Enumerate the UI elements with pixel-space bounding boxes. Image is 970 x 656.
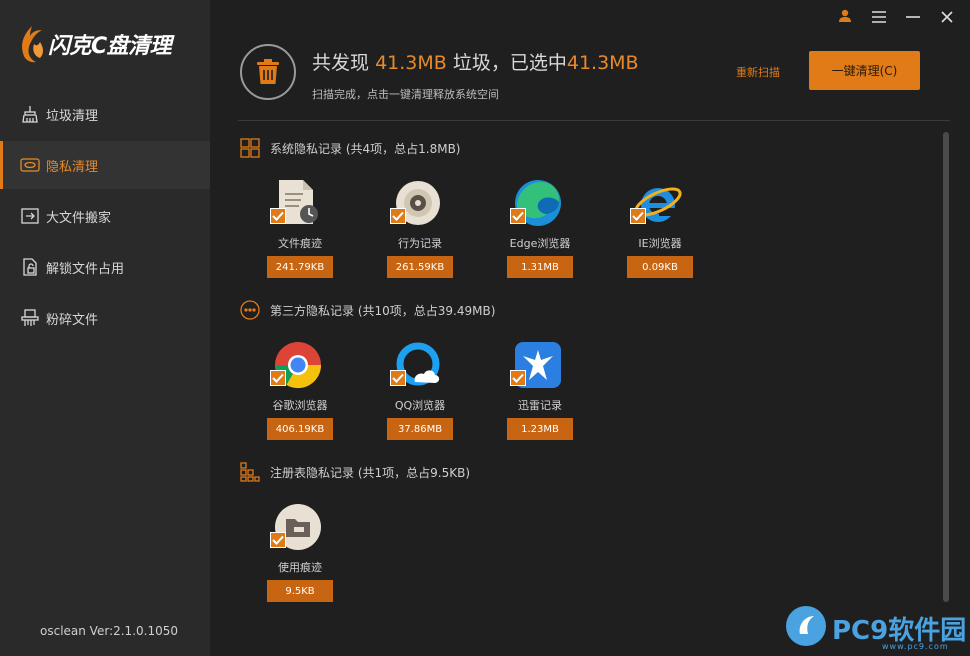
minimize-button[interactable] [898,6,928,28]
usage-trace-icon [270,502,323,552]
item-checkbox[interactable] [390,370,406,386]
scan-status-text: 扫描完成，点击一键清理释放系统空间 [312,88,499,101]
sidebar-item-privacy-clean[interactable]: 隐私清理 [0,141,210,189]
item-size-badge: 37.86MB [387,418,453,440]
sidebar-item-label: 垃圾清理 [46,108,99,124]
item-name: 谷歌浏览器 [272,399,328,412]
close-icon [941,8,953,27]
privacy-item-behavior-record[interactable]: 行为记录 261.59KB [370,178,460,278]
item-name: QQ浏览器 [394,399,446,412]
flame-logo-icon [18,24,46,64]
item-checkbox[interactable] [270,370,286,386]
sidebar-item-unlock-file[interactable]: 解锁文件占用 [0,243,210,291]
version-label: osclean Ver:2.1.0.1050 [40,624,178,638]
header-divider [238,120,950,121]
scan-summary-header: 共发现 41.3MB 垃圾，已选中41.3MB 扫描完成，点击一键清理释放系统空… [240,44,940,104]
privacy-item-usage-trace[interactable]: 使用痕迹 9.5KB [250,502,340,602]
item-size-badge: 261.59KB [387,256,453,278]
menu-button[interactable] [864,6,894,28]
trash-icon [240,44,296,100]
more-circle-icon [240,300,260,320]
main-panel: 共发现 41.3MB 垃圾，已选中41.3MB 扫描完成，点击一键清理释放系统空… [210,0,970,656]
menu-icon [872,8,886,27]
scrollbar[interactable] [943,132,949,602]
grid-icon [240,138,260,158]
item-checkbox[interactable] [510,370,526,386]
close-button[interactable] [932,6,962,28]
item-size-badge: 9.5KB [267,580,333,602]
qq-browser-icon [390,340,443,390]
unlock-file-icon [20,257,40,277]
chrome-icon [270,340,323,390]
item-name: 使用痕迹 [278,561,322,574]
item-name: 文件痕迹 [278,237,322,250]
watermark-text: PC9软件园 [832,615,967,646]
item-name: Edge浏览器 [509,237,571,250]
privacy-item-qq-browser[interactable]: QQ浏览器 37.86MB [370,340,460,440]
one-click-clean-button[interactable]: 一键清理(C) [809,51,920,90]
privacy-icon [20,155,40,175]
sidebar-nav: 垃圾清理 隐私清理 大文件搬家 解锁文件占用 粉碎文件 [0,90,210,345]
file-trace-icon [270,178,323,228]
registry-icon [240,462,260,482]
section-title: 注册表隐私记录 (共1项，总占9.5KB) [270,465,470,480]
section-system-privacy: 系统隐私记录 (共4项，总占1.8MB) [240,138,460,158]
item-size-badge: 406.19KB [267,418,333,440]
user-icon [838,8,852,27]
privacy-item-ie[interactable]: IE浏览器 0.09KB [610,178,700,278]
disc-icon [390,178,443,228]
broom-icon [20,104,40,124]
sidebar-item-label: 解锁文件占用 [46,261,125,277]
item-size-badge: 241.79KB [267,256,333,278]
shredder-icon [20,308,40,328]
sidebar: 闪克C盘清理 垃圾清理 隐私清理 大文件搬家 解锁文件占用 粉碎文件 oscle… [0,0,210,656]
item-size-badge: 1.23MB [507,418,573,440]
sidebar-item-large-file-move[interactable]: 大文件搬家 [0,192,210,240]
privacy-item-chrome[interactable]: 谷歌浏览器 406.19KB [250,340,340,440]
section-registry-privacy: 注册表隐私记录 (共1项，总占9.5KB) [240,462,470,482]
scan-result-title: 共发现 41.3MB 垃圾，已选中41.3MB [312,52,639,74]
thunder-icon [510,340,563,390]
found-size: 41.3MB [375,52,447,74]
edge-icon [510,178,563,228]
watermark: PC9软件园 www.pc9.com [784,604,966,652]
move-file-icon [20,206,40,226]
window-controls [830,6,962,28]
item-checkbox[interactable] [270,208,286,224]
privacy-item-file-trace[interactable]: 文件痕迹 241.79KB [250,178,340,278]
minimize-icon [906,8,920,27]
item-name: IE浏览器 [638,237,682,250]
item-checkbox[interactable] [390,208,406,224]
item-checkbox[interactable] [630,208,646,224]
item-checkbox[interactable] [270,532,286,548]
privacy-item-thunder[interactable]: 迅雷记录 1.23MB [490,340,580,440]
item-size-badge: 1.31MB [507,256,573,278]
item-checkbox[interactable] [510,208,526,224]
section-title: 系统隐私记录 (共4项，总占1.8MB) [270,141,461,156]
item-name: 迅雷记录 [518,399,562,412]
section-third-party-privacy: 第三方隐私记录 (共10项，总占39.49MB) [240,300,495,320]
section-title: 第三方隐私记录 (共10项，总占39.49MB) [270,303,496,318]
selected-size: 41.3MB [566,52,639,74]
ie-icon [630,178,683,228]
item-name: 行为记录 [398,237,442,250]
rescan-link[interactable]: 重新扫描 [736,64,780,80]
privacy-item-edge[interactable]: Edge浏览器 1.31MB [490,178,580,278]
sidebar-item-junk-clean[interactable]: 垃圾清理 [0,90,210,138]
user-button[interactable] [830,6,860,28]
sidebar-item-label: 大文件搬家 [46,210,112,226]
sidebar-item-label: 粉碎文件 [46,312,99,328]
app-logo: 闪克C盘清理 [18,22,172,66]
pc9-logo-icon [784,604,828,652]
item-size-badge: 0.09KB [627,256,693,278]
sidebar-item-shred-file[interactable]: 粉碎文件 [0,294,210,342]
sidebar-item-label: 隐私清理 [46,159,99,175]
app-logo-text: 闪克C盘清理 [48,34,172,59]
watermark-sub: www.pc9.com [882,642,949,651]
